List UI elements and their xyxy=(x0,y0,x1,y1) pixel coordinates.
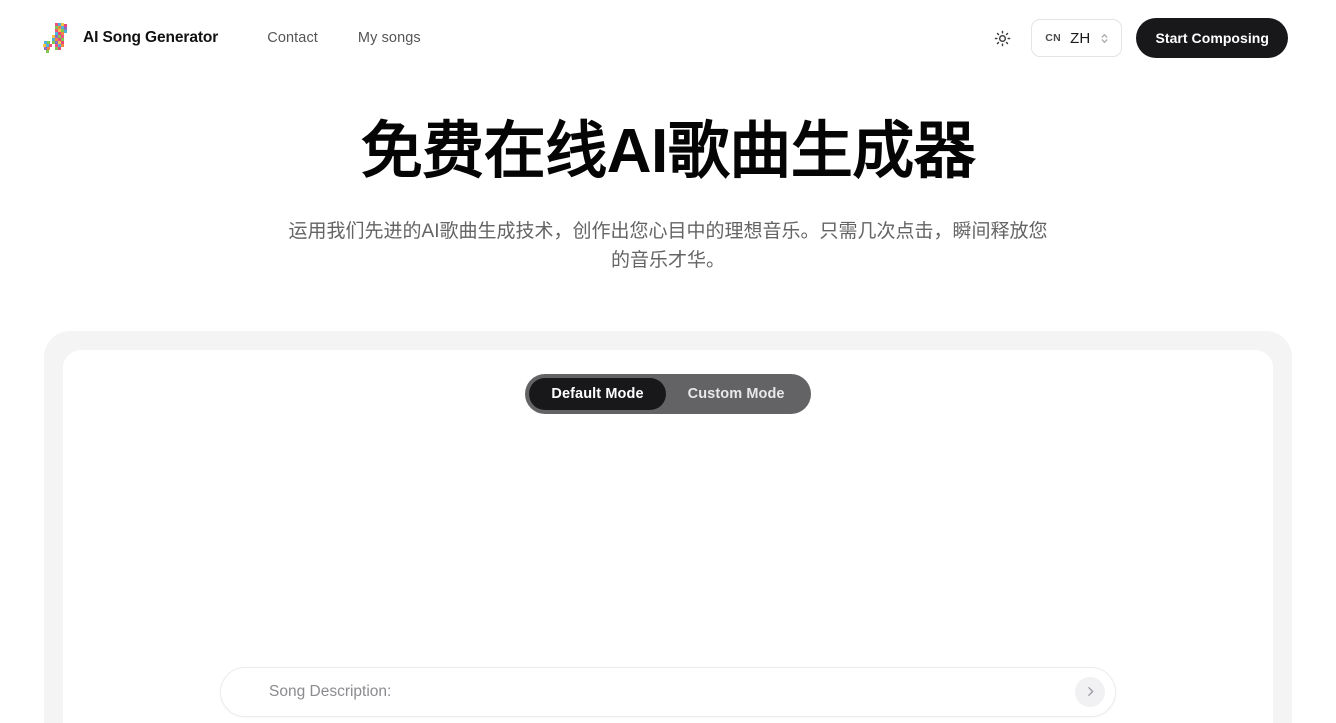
chevron-right-icon xyxy=(1087,687,1093,697)
brand-logo-link[interactable]: AI Song Generator xyxy=(42,22,218,54)
hero-section: 免费在线AI歌曲生成器 运用我们先进的AI歌曲生成技术，创作出您心目中的理想音乐… xyxy=(0,76,1336,275)
page-subtitle: 运用我们先进的AI歌曲生成技术，创作出您心目中的理想音乐。只需几次点击，瞬间释放… xyxy=(288,220,1048,271)
song-description-submit-button[interactable] xyxy=(1075,676,1105,707)
song-description-row xyxy=(63,666,1273,717)
main-navigation: Contact My songs xyxy=(267,30,421,46)
sun-icon xyxy=(994,30,1011,46)
start-composing-button[interactable]: Start Composing xyxy=(1136,18,1288,58)
nav-item-my-songs[interactable]: My songs xyxy=(358,30,421,46)
tab-custom-mode[interactable]: Custom Mode xyxy=(666,378,807,410)
page-title: 免费在线AI歌曲生成器 xyxy=(360,117,976,186)
language-selector[interactable]: CN ZH xyxy=(1031,19,1123,57)
brand-name: AI Song Generator xyxy=(83,29,219,46)
mode-toggle-wrapper: Default Mode Custom Mode xyxy=(63,373,1273,414)
composer-panel-inner: Default Mode Custom Mode xyxy=(63,349,1273,723)
song-description-input[interactable] xyxy=(221,667,1115,716)
chevron-up-down-icon xyxy=(1101,33,1108,43)
header-actions: CN ZH Start Composing xyxy=(987,18,1288,58)
mode-toggle-group: Default Mode Custom Mode xyxy=(525,373,811,414)
language-country-code: CN xyxy=(1045,32,1062,44)
tab-default-mode[interactable]: Default Mode xyxy=(529,377,666,410)
language-code: ZH xyxy=(1070,29,1091,47)
song-description-field xyxy=(220,666,1116,717)
music-note-globe-logo-icon xyxy=(43,23,67,53)
site-header: AI Song Generator Contact My songs CN ZH… xyxy=(0,0,1336,76)
theme-toggle-button[interactable] xyxy=(987,23,1017,53)
nav-item-contact[interactable]: Contact xyxy=(267,30,318,46)
composer-panel-outer: Default Mode Custom Mode xyxy=(44,330,1292,723)
